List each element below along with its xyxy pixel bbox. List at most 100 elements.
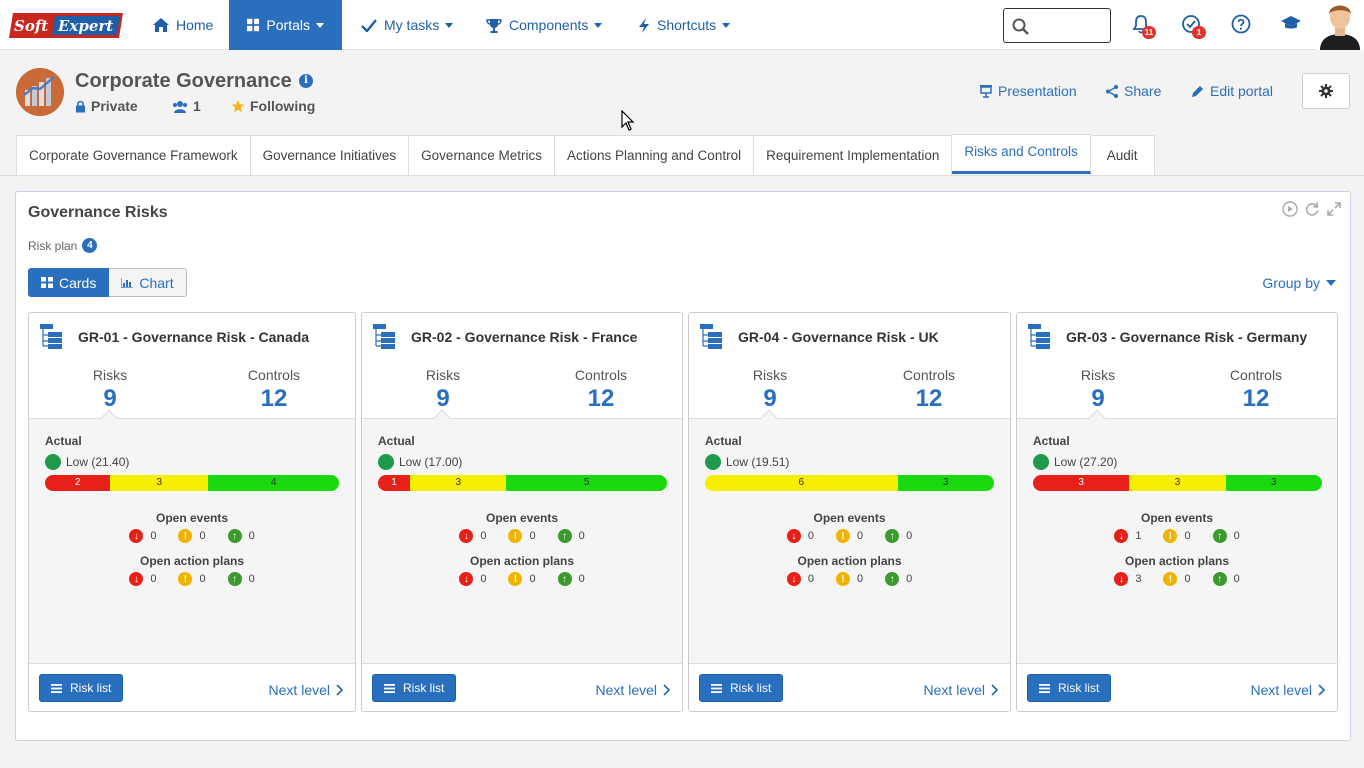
risks-stat: Risks 9 <box>725 367 815 413</box>
count-up[interactable]: ↑ 0 <box>885 529 912 543</box>
risks-count[interactable]: 9 <box>398 385 488 413</box>
tab-risks-and-controls[interactable]: Risks and Controls <box>952 134 1091 174</box>
count-warning[interactable]: ! 0 <box>178 572 206 586</box>
help-button[interactable] <box>1231 14 1253 36</box>
events-yellow-count: 0 <box>199 530 206 542</box>
refresh-icon[interactable] <box>1304 201 1320 217</box>
count-up[interactable]: ↑ 0 <box>557 529 585 543</box>
chart-view-button[interactable]: Chart <box>109 268 187 297</box>
count-up[interactable]: ↑ 0 <box>227 529 255 543</box>
risk-list-button[interactable]: Risk list <box>39 674 124 702</box>
risks-count[interactable]: 9 <box>725 385 815 413</box>
softexpert-logo[interactable]: Soft Expert <box>9 13 123 38</box>
next-level-link[interactable]: Next level <box>1251 682 1325 698</box>
chevron-right-icon <box>991 684 998 696</box>
count-warning[interactable]: ! 0 <box>1163 572 1191 586</box>
count-warning[interactable]: ! 0 <box>835 572 863 586</box>
count-up[interactable]: ↑ 0 <box>557 572 585 586</box>
bar-segment-green[interactable]: 3 <box>1225 475 1322 491</box>
nav-components[interactable]: Components <box>486 0 603 50</box>
count-warning[interactable]: ! 0 <box>1163 529 1191 543</box>
info-icon[interactable]: i <box>299 74 313 88</box>
risk-list-button[interactable]: Risk list <box>699 674 784 702</box>
risks-count[interactable]: 9 <box>65 385 155 413</box>
nav-home[interactable]: Home <box>153 0 213 50</box>
count-up[interactable]: ↑ 0 <box>1212 529 1240 543</box>
share-button[interactable]: Share <box>1106 83 1161 99</box>
bar-segment-red[interactable]: 1 <box>378 475 411 491</box>
settings-button[interactable] <box>1302 73 1350 109</box>
tab-requirement-implementation[interactable]: Requirement Implementation <box>754 135 953 176</box>
count-up[interactable]: ↑ 0 <box>885 572 912 586</box>
tab-actions-planning-and-control[interactable]: Actions Planning and Control <box>554 135 755 176</box>
count-down[interactable]: ↓ 0 <box>459 529 486 543</box>
count-down[interactable]: ↓ 3 <box>1114 572 1141 586</box>
tab-governance-initiatives[interactable]: Governance Initiatives <box>250 135 410 176</box>
tasks-clock-button[interactable]: 1 <box>1181 14 1206 39</box>
learning-button[interactable] <box>1280 14 1302 36</box>
bar-segment-red[interactable]: 3 <box>1033 475 1130 491</box>
bar-segment-red[interactable]: 2 <box>45 475 111 491</box>
count-warning[interactable]: ! 0 <box>835 529 863 543</box>
next-level-link[interactable]: Next level <box>596 682 670 698</box>
count-down[interactable]: ↓ 0 <box>459 572 486 586</box>
tab-governance-metrics[interactable]: Governance Metrics <box>409 135 555 176</box>
group-by-dropdown[interactable]: Group by <box>1262 275 1336 291</box>
follow-toggle[interactable]: Following <box>231 98 315 114</box>
tab-corporate-governance-framework[interactable]: Corporate Governance Framework <box>16 135 251 176</box>
bar-segment-yellow[interactable]: 3 <box>410 475 507 491</box>
card-title[interactable]: GR-03 - Governance Risk - Germany <box>1066 329 1307 345</box>
count-down[interactable]: ↓ 0 <box>786 529 814 543</box>
count-down[interactable]: ↓ 1 <box>1114 529 1141 543</box>
user-avatar[interactable] <box>1316 0 1364 50</box>
expand-icon[interactable] <box>1326 201 1342 217</box>
risk-list-label: Risk list <box>730 681 772 695</box>
group-by-label: Group by <box>1262 275 1320 291</box>
controls-count[interactable]: 12 <box>1211 385 1301 413</box>
plans-red-count: 3 <box>1135 573 1142 585</box>
count-down[interactable]: ↓ 0 <box>786 572 814 586</box>
presentation-button[interactable]: Presentation <box>980 83 1077 99</box>
next-level-link[interactable]: Next level <box>269 682 343 698</box>
bar-segment-green[interactable]: 3 <box>897 475 994 491</box>
bar-segment-green[interactable]: 5 <box>506 475 667 491</box>
nav-my-tasks[interactable]: My tasks <box>361 0 454 50</box>
bar-segment-yellow[interactable]: 3 <box>110 475 209 491</box>
card-title[interactable]: GR-04 - Governance Risk - UK <box>738 329 939 345</box>
bar-segment-yellow[interactable]: 6 <box>705 475 898 491</box>
edit-portal-button[interactable]: Edit portal <box>1191 83 1273 99</box>
bar-segment-yellow[interactable]: 3 <box>1129 475 1226 491</box>
presentation-label: Presentation <box>998 83 1077 99</box>
open-events-row: ↓ 0 ! 0 ↑ 0 <box>29 529 355 543</box>
card-title[interactable]: GR-01 - Governance Risk - Canada <box>78 329 309 345</box>
count-warning[interactable]: ! 0 <box>508 572 536 586</box>
controls-count[interactable]: 12 <box>884 385 974 413</box>
count-down[interactable]: ↓ 0 <box>129 529 156 543</box>
count-up[interactable]: ↑ 0 <box>1212 572 1240 586</box>
arrow-up-icon: ↑ <box>227 572 242 586</box>
risk-list-button[interactable]: Risk list <box>372 674 457 702</box>
cards-view-button[interactable]: Cards <box>28 268 110 297</box>
nav-shortcuts[interactable]: Shortcuts <box>638 0 731 50</box>
count-warning[interactable]: ! 0 <box>508 529 536 543</box>
portal-tabs: Corporate Governance Framework Governanc… <box>16 134 1155 176</box>
nav-portals[interactable]: Portals <box>229 0 342 50</box>
play-icon[interactable] <box>1282 201 1298 217</box>
risks-count[interactable]: 9 <box>1053 385 1143 413</box>
count-down[interactable]: ↓ 0 <box>129 572 156 586</box>
nav-shortcuts-label: Shortcuts <box>657 17 717 33</box>
share-label: Share <box>1124 83 1162 99</box>
bar-segment-green[interactable]: 4 <box>208 475 339 491</box>
portal-members[interactable]: 1 <box>172 98 201 114</box>
next-level-link[interactable]: Next level <box>924 682 998 698</box>
card-body: Actual Low (27.20) 333 Open events ↓ 1 ! 0… <box>1017 419 1337 663</box>
card-title[interactable]: GR-02 - Governance Risk - France <box>411 329 637 345</box>
count-up[interactable]: ↑ 0 <box>227 572 255 586</box>
tab-audit[interactable]: Audit <box>1090 135 1155 176</box>
notifications-button[interactable]: 11 <box>1131 14 1156 39</box>
search-input[interactable] <box>1003 8 1111 43</box>
controls-count[interactable]: 12 <box>229 385 319 413</box>
controls-count[interactable]: 12 <box>556 385 646 413</box>
count-warning[interactable]: ! 0 <box>178 529 206 543</box>
risk-list-button[interactable]: Risk list <box>1027 674 1112 702</box>
